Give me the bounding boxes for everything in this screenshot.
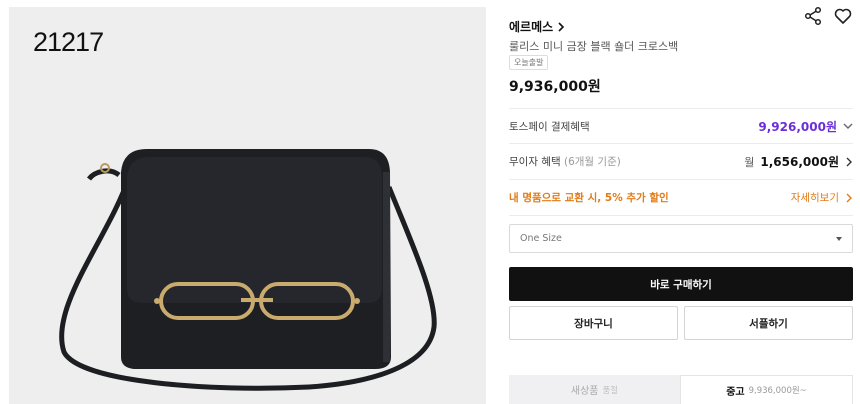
brand-name: 에르메스 [509,20,554,34]
tab-new-label: 새상품 [570,386,599,397]
showroom-button[interactable]: 서플하기 [684,306,853,340]
cart-button[interactable]: 장바구니 [509,306,678,340]
top-icon-bar [803,6,853,26]
trade-in-more: 자세히보기 [790,192,839,204]
condition-tabs: 새상품 품절 중고 9,936,000원~ [509,375,853,404]
installment-value-group: 월 1,656,000원 [744,153,853,170]
tosspay-label: 토스페이 결제혜택 [509,120,590,133]
installment-benefit-row[interactable]: 무이자 혜택 (6개월 기준) 월 1,656,000원 [509,144,853,180]
trade-in-link[interactable]: 자세히보기 [791,190,853,205]
chevron-down-icon [843,123,853,129]
installment-price: 1,656,000원 [760,155,839,169]
clasp-pin-right [354,298,360,304]
shipping-badge: 오늘출발 [509,55,549,70]
product-price: 9,936,000원 [509,79,601,95]
bag-flap [127,157,382,303]
brand-link[interactable]: 에르메스 [509,18,565,35]
tosspay-value-group: 9,926,000원 [758,118,853,135]
tab-used-price: 9,936,000원~ [748,386,807,396]
product-image[interactable]: 21217 [9,7,486,404]
clasp-pin-left [154,298,160,304]
product-code-label: 21217 [33,27,104,57]
chevron-right-icon [846,157,852,166]
installment-note: (6개월 기준) [563,156,621,168]
tosspay-benefit-row[interactable]: 토스페이 결제혜택 9,926,000원 [509,108,853,144]
product-title: 룰리스 미니 금장 블랙 숄더 크로스백 [509,40,679,53]
tab-new-condition[interactable]: 새상품 품절 [509,375,680,404]
bag-illustration [59,149,437,391]
chevron-right-icon [846,193,852,202]
chevron-right-icon [558,21,565,32]
trade-in-row[interactable]: 내 명품으로 교환 시, 5% 추가 할인 자세히보기 [509,180,853,216]
trade-in-label: 내 명품으로 교환 시, 5% 추가 할인 [509,192,669,204]
heart-icon[interactable] [833,6,853,26]
installment-label-group: 무이자 혜택 (6개월 기준) [509,154,621,169]
tosspay-price: 9,926,000원 [758,119,837,134]
buy-now-button[interactable]: 바로 구매하기 [509,267,853,301]
tab-used-condition[interactable]: 중고 9,936,000원~ [680,375,853,404]
installment-label: 무이자 혜택 [509,156,561,168]
size-select[interactable]: One Size [509,224,853,253]
installment-prefix: 월 [744,155,755,169]
product-info-panel: 에르메스 룰리스 미니 금장 블랙 숄더 크로스백 오늘출발 9,936,000… [509,0,853,404]
bag-gusset [383,172,390,362]
size-select-value: One Size [520,233,562,244]
tab-new-status: 품절 [602,385,619,396]
share-icon[interactable] [803,6,823,26]
tab-used-label: 중고 [726,386,745,398]
caret-down-icon [836,236,842,241]
